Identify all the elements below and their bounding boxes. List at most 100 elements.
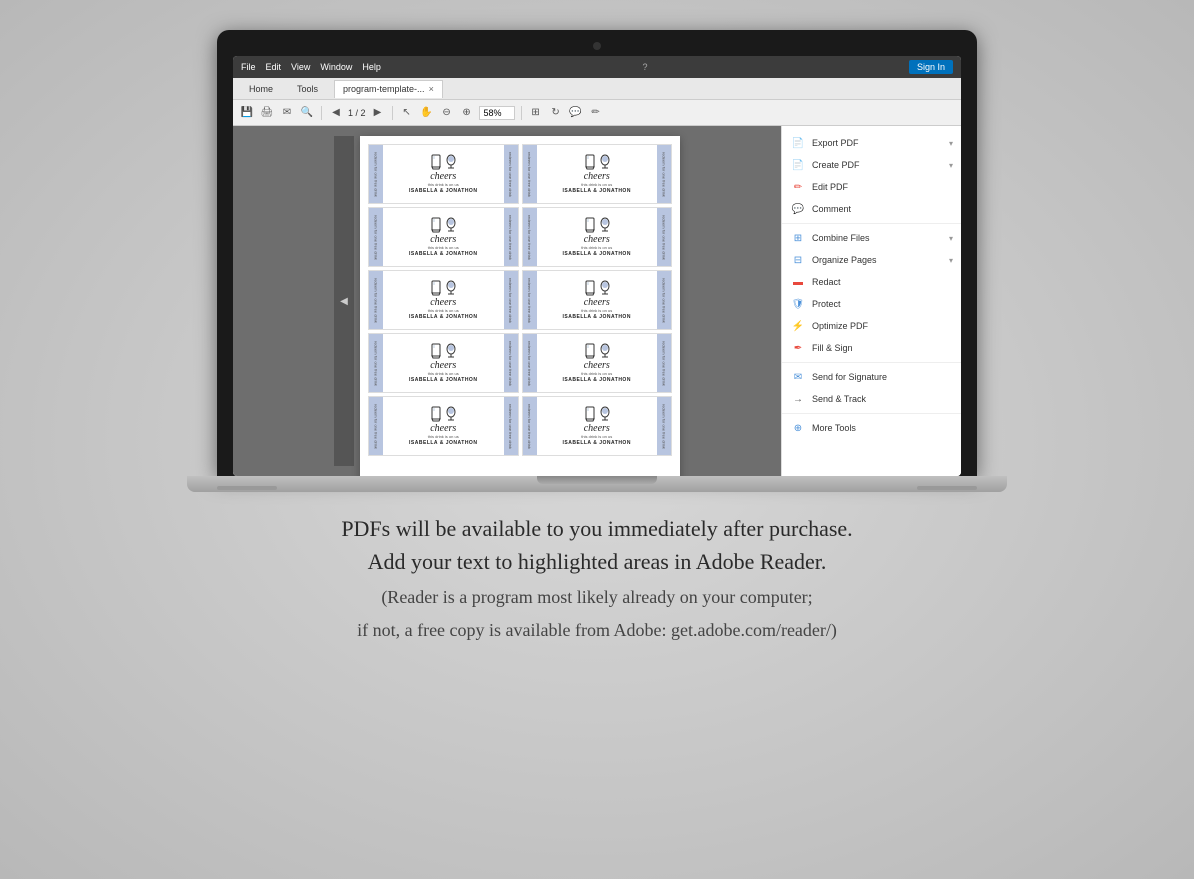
toolbar-print-icon[interactable]: 🖨 [259, 105, 275, 121]
toolbar-zoom-in-icon[interactable]: ⊕ [459, 105, 475, 121]
sidebar-tool-combine-files[interactable]: ⊞ Combine Files ▾ [782, 227, 961, 249]
wine-glass-icon [446, 280, 456, 296]
protect-label: Protect [812, 299, 953, 309]
ticket-names: ISABELLA & JONATHON [409, 314, 477, 320]
beer-glass-icon [430, 343, 442, 359]
ticket-left-bar: redeem for one free drink [523, 145, 537, 203]
thumbnail-panel-toggle[interactable]: ◀ [334, 136, 354, 466]
menu-view[interactable]: View [291, 62, 310, 72]
sidebar-tool-comment[interactable]: 💬 Comment [782, 198, 961, 220]
ticket-names: ISABELLA & JONATHON [563, 440, 631, 446]
bottom-line-4: if not, a free copy is available from Ad… [341, 617, 852, 644]
ticket-left-bar: redeem for one free drink [369, 145, 383, 203]
ticket-content: cheers this drink is on us ISABELLA & JO… [537, 208, 658, 266]
menu-edit[interactable]: Edit [266, 62, 282, 72]
zoom-input[interactable] [479, 106, 515, 120]
ticket-row-2: redeem for one free drink cheers this dr… [368, 207, 672, 267]
ticket-icons [584, 280, 610, 296]
wine-glass-icon [446, 406, 456, 422]
create-pdf-label: Create PDF [812, 160, 943, 170]
ticket-content: cheers this drink is on us ISABELLA & JO… [537, 397, 658, 455]
sidebar-tool-send-for-signature[interactable]: ✉ Send for Signature [782, 366, 961, 388]
sidebar-tool-optimize-pdf[interactable]: ⚡ Optimize PDF [782, 315, 961, 337]
sidebar-tool-protect[interactable]: 🛡 Protect [782, 293, 961, 315]
sidebar-tool-organize-pages[interactable]: ⊟ Organize Pages ▾ [782, 249, 961, 271]
ticket-row-5: redeem for one free drink cheers this dr… [368, 396, 672, 456]
tab-tools[interactable]: Tools [289, 80, 326, 98]
laptop-base [187, 476, 1007, 492]
sign-in-button[interactable]: Sign In [909, 60, 953, 74]
wine-glass-icon [600, 217, 610, 233]
beer-glass-icon [584, 406, 596, 422]
toolbar-prev-page[interactable]: ◀ [328, 105, 344, 121]
ticket-left-bar: redeem for one free drink [369, 334, 383, 392]
drink-ticket: redeem for one free drink cheers this dr… [522, 396, 673, 456]
toolbar-comment-icon[interactable]: 💬 [568, 105, 584, 121]
menu-help[interactable]: Help [362, 62, 381, 72]
toolbar-pencil-icon[interactable]: ✏ [588, 105, 604, 121]
drink-ticket: redeem for one free drink cheers this dr… [368, 396, 519, 456]
toolbar-next-page[interactable]: ▶ [370, 105, 386, 121]
sidebar-tool-more-tools[interactable]: ⊕ More Tools [782, 417, 961, 439]
toolbar-hand-icon[interactable]: ✋ [419, 105, 435, 121]
ticket-names: ISABELLA & JONATHON [563, 314, 631, 320]
ticket-right-bar: redeem for one free drink [504, 397, 518, 455]
ticket-right-bar: redeem for one free drink [504, 145, 518, 203]
sidebar-tool-export-pdf[interactable]: 📄 Export PDF ▾ [782, 132, 961, 154]
adobe-tab-bar: Home Tools program-template-... × [233, 78, 961, 100]
toolbar-search-icon[interactable]: 🔍 [299, 105, 315, 121]
ticket-left-bar: redeem for one free drink [523, 397, 537, 455]
ticket-content: cheers this drink is on us ISABELLA & JO… [383, 271, 504, 329]
send-for-signature-icon: ✉ [790, 370, 806, 384]
menu-window[interactable]: Window [320, 62, 352, 72]
drink-ticket: redeem for one free drink cheers this dr… [522, 270, 673, 330]
adobe-menu-bar: File Edit View Window Help ? Sign In [233, 56, 961, 78]
cheers-text: cheers [584, 235, 610, 245]
wine-glass-icon [600, 343, 610, 359]
fill-sign-label: Fill & Sign [812, 343, 953, 353]
more-tools-icon: ⊕ [790, 421, 806, 435]
bottom-line-1: PDFs will be available to you immediatel… [341, 512, 852, 545]
laptop-screen-shell: File Edit View Window Help ? Sign In Hom… [217, 30, 977, 476]
comment-icon: 💬 [790, 202, 806, 216]
bottom-text-area: PDFs will be available to you immediatel… [341, 512, 852, 644]
ticket-icons [430, 154, 456, 170]
tab-file[interactable]: program-template-... × [334, 80, 443, 98]
laptop-camera [593, 42, 601, 50]
toolbar-save-icon[interactable]: 💾 [239, 105, 255, 121]
ticket-icons [430, 343, 456, 359]
ticket-names: ISABELLA & JONATHON [409, 251, 477, 257]
sidebar-tool-edit-pdf[interactable]: ✏ Edit PDF [782, 176, 961, 198]
beer-glass-icon [584, 343, 596, 359]
sidebar-tool-redact[interactable]: ▬ Redact [782, 271, 961, 293]
sidebar-tool-send-track[interactable]: → Send & Track [782, 388, 961, 410]
toolbar-fit-icon[interactable]: ⊞ [528, 105, 544, 121]
ticket-row-4: redeem for one free drink cheers this dr… [368, 333, 672, 393]
ticket-left-bar: redeem for one free drink [523, 208, 537, 266]
toolbar-rotate-icon[interactable]: ↻ [548, 105, 564, 121]
toolbar-zoom-out-icon[interactable]: ⊖ [439, 105, 455, 121]
combine-arrow: ▾ [949, 234, 953, 243]
ticket-left-bar: redeem for one free drink [369, 271, 383, 329]
drink-ticket: redeem for one free drink cheers this dr… [368, 270, 519, 330]
drink-ticket: redeem for one free drink cheers this dr… [368, 207, 519, 267]
sidebar-tool-create-pdf[interactable]: 📄 Create PDF ▾ [782, 154, 961, 176]
ticket-content: cheers this drink is on us ISABELLA & JO… [383, 208, 504, 266]
menu-file[interactable]: File [241, 62, 256, 72]
wine-glass-icon [446, 154, 456, 170]
sidebar-tool-fill-sign[interactable]: ✒ Fill & Sign [782, 337, 961, 359]
ticket-icons [584, 217, 610, 233]
toolbar-email-icon[interactable]: ✉ [279, 105, 295, 121]
toolbar-cursor-icon[interactable]: ↖ [399, 105, 415, 121]
ticket-content: cheers this drink is on us ISABELLA & JO… [383, 397, 504, 455]
ticket-right-bar: redeem for one free drink [657, 145, 671, 203]
comment-label: Comment [812, 204, 953, 214]
optimize-pdf-label: Optimize PDF [812, 321, 953, 331]
tab-home[interactable]: Home [241, 80, 281, 98]
ticket-icons [584, 154, 610, 170]
ticket-content: cheers this drink is on us ISABELLA & JO… [537, 271, 658, 329]
drink-ticket: redeem for one free drink cheers this dr… [368, 144, 519, 204]
ticket-icons [430, 217, 456, 233]
tab-close-icon[interactable]: × [429, 84, 434, 94]
bottom-line-2: Add your text to highlighted areas in Ad… [341, 545, 852, 578]
